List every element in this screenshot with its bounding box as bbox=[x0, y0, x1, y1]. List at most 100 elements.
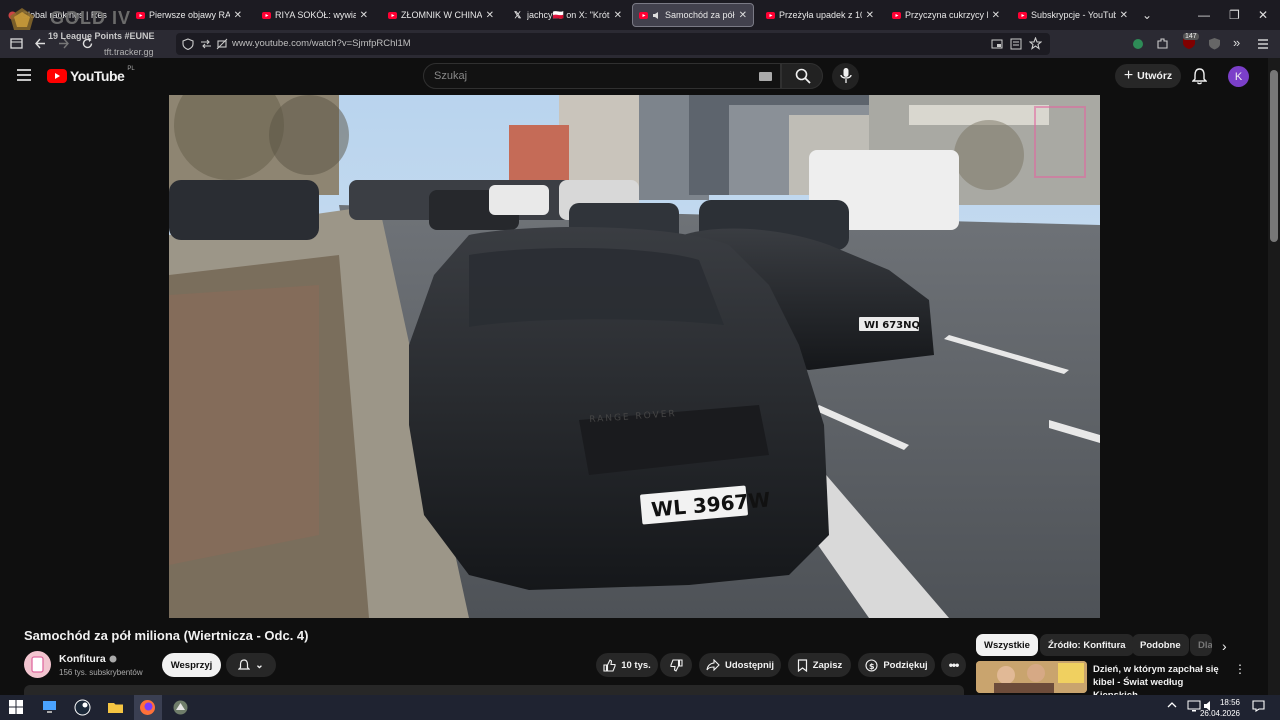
notification-center-icon[interactable] bbox=[1252, 700, 1269, 717]
rank-title: GOLD IV bbox=[50, 8, 132, 28]
bell-icon bbox=[238, 658, 251, 670]
chip-source[interactable]: Źródło: Konfitura bbox=[1040, 634, 1134, 656]
description-box[interactable] bbox=[24, 685, 964, 695]
plate-second: WI 673NQ bbox=[864, 320, 920, 331]
rank-overlay: GOLD IV 19 League Points #EUNE tft.track… bbox=[6, 4, 156, 57]
permissions-icon[interactable] bbox=[200, 38, 214, 52]
svg-text:$: $ bbox=[869, 662, 875, 671]
chip-related[interactable]: Podobne bbox=[1132, 634, 1189, 656]
chip-for-you[interactable]: Dla bbox=[1190, 634, 1212, 656]
channel-name-text: Konfitura bbox=[59, 653, 106, 665]
tab-youtube-4[interactable]: Przeżyła upadek z 10 000 ✕ bbox=[760, 3, 880, 27]
url-text: www.youtube.com/watch?v=SjmfpRChl1M bbox=[232, 38, 411, 49]
notifications-dropdown-button[interactable]: ⌄ bbox=[226, 653, 276, 677]
extensions-puzzle-icon[interactable] bbox=[1156, 37, 1170, 51]
tab-label: Samochód za pół mi bbox=[665, 10, 735, 20]
close-tab-icon[interactable]: ✕ bbox=[614, 10, 622, 21]
extension-shield-icon[interactable] bbox=[1132, 38, 1146, 52]
tab-label: ZŁOMNIK W CHINACH # bbox=[401, 10, 482, 20]
account-avatar[interactable]: K bbox=[1228, 66, 1249, 87]
channel-subscribers: 156 tys. subskrybentów bbox=[59, 668, 143, 677]
tab-label: RIYA SOKÓŁ: wywiad, pie bbox=[275, 10, 356, 20]
dislike-button[interactable] bbox=[660, 653, 692, 677]
support-label: Wesprzyj bbox=[170, 659, 213, 671]
bookmark-star-icon[interactable] bbox=[1029, 37, 1043, 51]
browser-tab-bar: Global rankings | Res Pierwsze objawy RA… bbox=[0, 0, 1280, 30]
privacy-badger-icon[interactable] bbox=[1208, 37, 1222, 51]
minimize-icon[interactable]: — bbox=[1198, 8, 1210, 22]
more-horizontal-icon: ••• bbox=[948, 658, 960, 672]
youtube-logo[interactable]: YouTube PL bbox=[47, 66, 135, 84]
video-frame: WL 3967W WI 673NQ RANGE ROVER bbox=[169, 95, 1100, 618]
hamburger-menu-icon[interactable] bbox=[17, 69, 31, 81]
steam-icon[interactable] bbox=[74, 699, 91, 716]
app-menu-icon[interactable] bbox=[1257, 38, 1271, 52]
tab-label: Przeżyła upadek z 10 000 bbox=[779, 10, 862, 20]
tab-youtube-3[interactable]: ZŁOMNIK W CHINACH # ✕ bbox=[382, 3, 500, 27]
maximize-icon[interactable]: ❐ bbox=[1229, 8, 1240, 22]
search-input[interactable]: Szukaj bbox=[423, 63, 781, 89]
share-icon bbox=[706, 659, 720, 671]
youtube-icon bbox=[262, 11, 271, 20]
like-button[interactable]: 10 tys. bbox=[596, 653, 658, 677]
windows-start-icon[interactable] bbox=[9, 699, 26, 716]
scrollbar-thumb[interactable] bbox=[1270, 70, 1278, 242]
close-tab-icon[interactable]: ✕ bbox=[992, 10, 1000, 21]
speaker-icon[interactable] bbox=[652, 11, 661, 20]
region-code: PL bbox=[127, 66, 135, 72]
reader-view-icon[interactable] bbox=[1010, 38, 1024, 52]
chevron-right-icon[interactable]: › bbox=[1222, 638, 1227, 654]
close-tab-icon[interactable]: ✕ bbox=[360, 10, 368, 21]
connection-icon[interactable] bbox=[216, 38, 230, 52]
tab-x-post[interactable]: 𝕏 jachcy🇵🇱 on X: "Króti ✕ bbox=[508, 3, 628, 27]
chip-all[interactable]: Wszystkie bbox=[976, 634, 1038, 656]
avatar-letter: K bbox=[1234, 70, 1243, 83]
tab-youtube-2[interactable]: RIYA SOKÓŁ: wywiad, pie ✕ bbox=[256, 3, 374, 27]
like-count: 10 tys. bbox=[621, 659, 651, 671]
close-tab-icon[interactable]: ✕ bbox=[1120, 10, 1128, 21]
tab-youtube-5[interactable]: Przyczyna cukrzycy NR1. ✕ bbox=[886, 3, 1006, 27]
thanks-button[interactable]: $ Podziękuj bbox=[858, 653, 935, 677]
more-actions-button[interactable]: ••• bbox=[941, 653, 966, 677]
video-player[interactable]: WL 3967W WI 673NQ RANGE ROVER bbox=[169, 95, 1100, 618]
bookmark-icon bbox=[797, 658, 807, 672]
browser-nav-bar: www.youtube.com/watch?v=SjmfpRChl1M 147 … bbox=[0, 30, 1280, 58]
tab-subscriptions[interactable]: Subskrypcje - YouTube ✕ bbox=[1012, 3, 1134, 27]
keyboard-icon[interactable] bbox=[759, 72, 772, 81]
search-icon bbox=[795, 68, 811, 84]
tft-app-icon[interactable] bbox=[172, 699, 189, 716]
support-button[interactable]: Wesprzyj bbox=[162, 653, 221, 677]
create-button[interactable]: + Utwórz bbox=[1115, 64, 1181, 88]
voice-search-button[interactable] bbox=[832, 63, 859, 90]
file-explorer-icon[interactable] bbox=[107, 699, 124, 716]
youtube-icon bbox=[892, 11, 901, 20]
close-window-icon[interactable]: ✕ bbox=[1258, 8, 1268, 22]
share-button[interactable]: Udostępnij bbox=[699, 653, 781, 677]
x-icon: 𝕏 bbox=[514, 9, 522, 20]
system-clock[interactable]: 18:56 26.04.2026 bbox=[1190, 697, 1240, 719]
save-button[interactable]: Zapisz bbox=[788, 653, 851, 677]
this-pc-icon[interactable] bbox=[41, 699, 58, 716]
tab-label: Przyczyna cukrzycy NR1. bbox=[905, 10, 988, 20]
tracking-shield-icon[interactable] bbox=[182, 38, 196, 52]
more-tools-icon[interactable]: » bbox=[1233, 35, 1240, 50]
tab-list-chevron-icon[interactable]: ⌄ bbox=[1142, 8, 1152, 22]
thumbs-down-icon bbox=[669, 658, 683, 672]
close-tab-icon[interactable]: ✕ bbox=[739, 10, 747, 21]
address-bar[interactable]: www.youtube.com/watch?v=SjmfpRChl1M bbox=[176, 33, 1050, 55]
notifications-bell-icon[interactable] bbox=[1192, 68, 1207, 85]
close-tab-icon[interactable]: ✕ bbox=[866, 10, 874, 21]
more-vertical-icon[interactable]: ⋮ bbox=[1234, 662, 1246, 676]
picture-in-picture-icon[interactable] bbox=[991, 38, 1005, 52]
channel-name[interactable]: Konfitura bbox=[59, 653, 117, 665]
recommendation-thumbnail[interactable] bbox=[976, 661, 1087, 693]
tray-chevron-icon[interactable] bbox=[1167, 700, 1184, 717]
page-scrollbar[interactable] bbox=[1268, 58, 1280, 695]
close-tab-icon[interactable]: ✕ bbox=[234, 10, 242, 21]
channel-avatar[interactable] bbox=[24, 651, 51, 678]
search-button[interactable] bbox=[781, 63, 823, 89]
tab-active-video[interactable]: Samochód za pół mi ✕ bbox=[632, 3, 754, 27]
firefox-taskbar-button[interactable] bbox=[134, 695, 162, 720]
rank-points: 19 League Points #EUNE bbox=[48, 31, 155, 41]
close-tab-icon[interactable]: ✕ bbox=[486, 10, 494, 21]
